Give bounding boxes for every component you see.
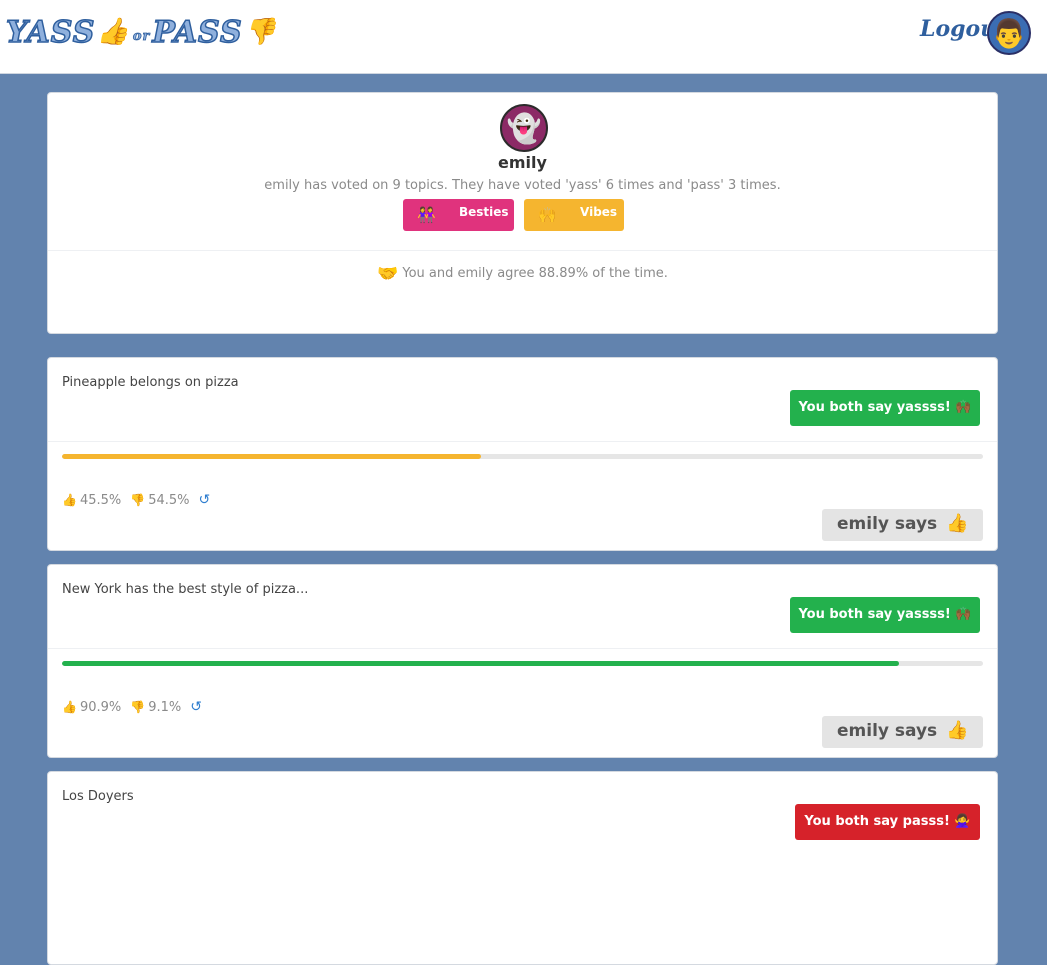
undo-icon[interactable]: ↺ bbox=[190, 699, 202, 715]
topic-title: Pineapple belongs on pizza bbox=[62, 375, 239, 390]
app-logo[interactable]: YASS 👍 or PASS 👎 bbox=[5, 12, 278, 52]
thumbs-up-icon: 👍 bbox=[96, 17, 130, 47]
profile-name: emily bbox=[498, 153, 547, 172]
pass-percent: 54.5% bbox=[148, 492, 190, 508]
vote-progress-bar bbox=[62, 661, 983, 666]
profile-card: 👻 emily emily has voted on 9 topics. The… bbox=[47, 92, 998, 334]
says-label: emily says bbox=[837, 721, 938, 741]
says-label: emily says bbox=[837, 514, 938, 534]
agreement-text: You and emily agree 88.89% of the time. bbox=[402, 266, 668, 281]
pass-percent: 9.1% bbox=[148, 699, 182, 715]
profile-stats: emily has voted on 9 topics. They have v… bbox=[264, 178, 781, 193]
profile-avatar: 👻 bbox=[500, 104, 548, 152]
verdict-button[interactable]: You both say yassss! 🙌🏾 bbox=[790, 390, 980, 426]
user-avatar-emoji: 👨 bbox=[991, 16, 1027, 50]
logo-or-text: or bbox=[132, 29, 151, 45]
emily-says-badge: emily says 👍 bbox=[822, 509, 983, 541]
agreement-text-row: 🤝 You and emily agree 88.89% of the time… bbox=[48, 264, 997, 284]
thumbs-down-icon: 👎 bbox=[243, 17, 278, 47]
verdict-button[interactable]: You both say yassss! 🙌🏾 bbox=[790, 597, 980, 633]
divider bbox=[48, 250, 997, 251]
ghost-icon: 👻 bbox=[506, 111, 542, 145]
divider bbox=[48, 441, 997, 442]
emily-says-badge: emily says 👍 bbox=[822, 716, 983, 748]
topic-title: Los Doyers bbox=[62, 789, 134, 804]
thumbs-up-icon: 👍 bbox=[62, 493, 77, 507]
badge-label: Vibes bbox=[580, 205, 618, 219]
vote-percentages: 👍 45.5% 👎 54.5% ↺ bbox=[62, 492, 210, 508]
topic-card: New York has the best style of pizza... … bbox=[47, 564, 998, 758]
vote-progress-fill bbox=[62, 454, 482, 459]
badge-besties[interactable]: 👭 Besties bbox=[403, 199, 514, 231]
besties-icon: 👭 bbox=[417, 206, 436, 224]
divider bbox=[48, 648, 997, 649]
raised-hands-icon: 🙌 bbox=[538, 206, 557, 224]
logo-yass-text: YASS bbox=[5, 14, 96, 51]
thumbs-down-icon: 👎 bbox=[130, 700, 146, 714]
topic-card: Los Doyers You both say passs! 🙅‍♀️ bbox=[47, 771, 998, 965]
topic-card: Pineapple belongs on pizza You both say … bbox=[47, 357, 998, 551]
topic-title: New York has the best style of pizza... bbox=[62, 582, 309, 597]
vote-progress-bar bbox=[62, 454, 983, 459]
yass-percent: 90.9% bbox=[79, 699, 122, 715]
navbar: YASS 👍 or PASS 👎 Logout 👨 bbox=[0, 0, 1047, 74]
badge-label: Besties bbox=[459, 205, 509, 219]
vote-percentages: 👍 90.9% 👎 9.1% ↺ bbox=[62, 699, 202, 715]
thumbs-up-icon: 👍 bbox=[946, 720, 969, 741]
thumbs-up-icon: 👍 bbox=[946, 513, 969, 534]
yass-percent: 45.5% bbox=[79, 492, 122, 508]
thumbs-down-icon: 👎 bbox=[130, 493, 146, 507]
logo-pass-text: PASS bbox=[152, 14, 243, 51]
vote-progress-fill bbox=[62, 661, 900, 666]
verdict-button[interactable]: You both say passs! 🙅‍♀️ bbox=[795, 804, 980, 840]
badge-vibes[interactable]: 🙌 Vibes bbox=[524, 199, 624, 231]
thumbs-up-icon: 👍 bbox=[62, 700, 77, 714]
handshake-icon: 🤝 bbox=[377, 264, 399, 284]
undo-icon[interactable]: ↺ bbox=[199, 492, 211, 508]
user-avatar[interactable]: 👨 bbox=[987, 11, 1031, 55]
